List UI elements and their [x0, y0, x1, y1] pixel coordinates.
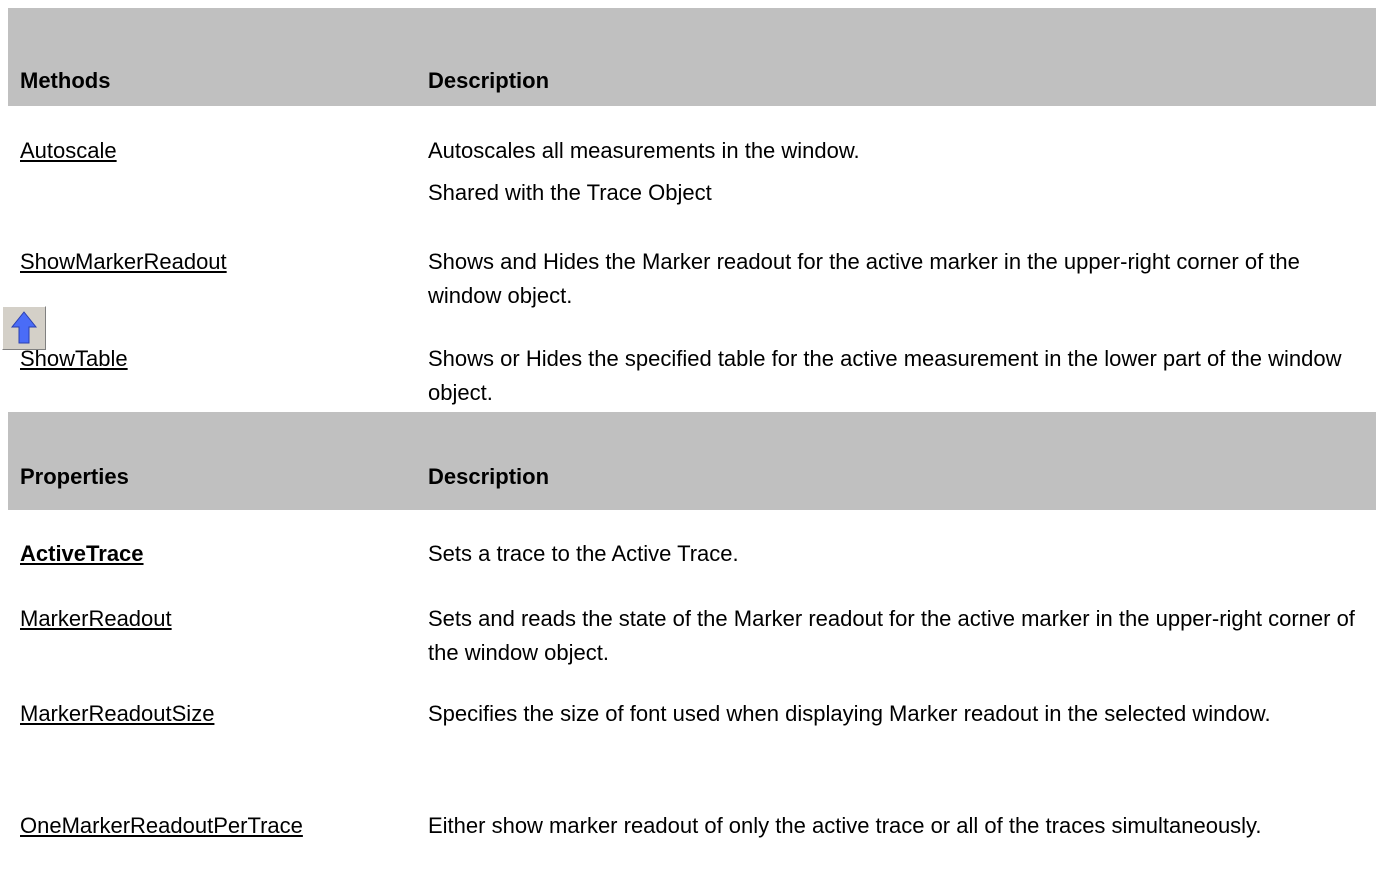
property-description-onemarkerreadoutpertrace: Either show marker readout of only the a… — [428, 813, 1262, 838]
methods-description-heading: Description — [428, 68, 550, 93]
up-arrow-icon — [3, 307, 45, 349]
back-to-top-button[interactable] — [2, 306, 46, 350]
page: Methods Description Autoscale Autoscales… — [0, 0, 1376, 870]
description-line: Shared with the Trace Object — [428, 180, 712, 205]
methods-column-heading: Methods — [20, 68, 111, 93]
properties-header: Properties Description — [8, 412, 1376, 510]
property-link-onemarkerreadoutpertrace[interactable]: OneMarkerReadoutPerTrace — [20, 813, 303, 839]
property-link-markerreadout[interactable]: MarkerReadout — [20, 606, 172, 632]
property-description-activetrace: Sets a trace to the Active Trace. — [428, 541, 739, 566]
description-line: Shows or Hides the specified table for t… — [428, 346, 1342, 405]
description-line: Shows and Hides the Marker readout for t… — [428, 249, 1300, 308]
properties-column-heading: Properties — [20, 464, 129, 489]
method-link-showmarkerreadout[interactable]: ShowMarkerReadout — [20, 249, 227, 275]
description-line: Autoscales all measurements in the windo… — [428, 138, 860, 163]
method-description-showmarkerreadout: Shows and Hides the Marker readout for t… — [428, 245, 1368, 321]
property-description-markerreadoutsize: Specifies the size of font used when dis… — [428, 701, 1271, 726]
property-link-activetrace[interactable]: ActiveTrace — [20, 541, 144, 567]
methods-header: Methods Description — [8, 8, 1376, 106]
method-description-autoscale: Autoscales all measurements in the windo… — [428, 134, 1368, 218]
properties-description-heading: Description — [428, 464, 550, 489]
method-link-autoscale[interactable]: Autoscale — [20, 138, 117, 164]
property-description-markerreadout: Sets and reads the state of the Marker r… — [428, 606, 1355, 665]
method-description-showtable: Shows or Hides the specified table for t… — [428, 342, 1368, 418]
property-link-markerreadoutsize[interactable]: MarkerReadoutSize — [20, 701, 214, 727]
